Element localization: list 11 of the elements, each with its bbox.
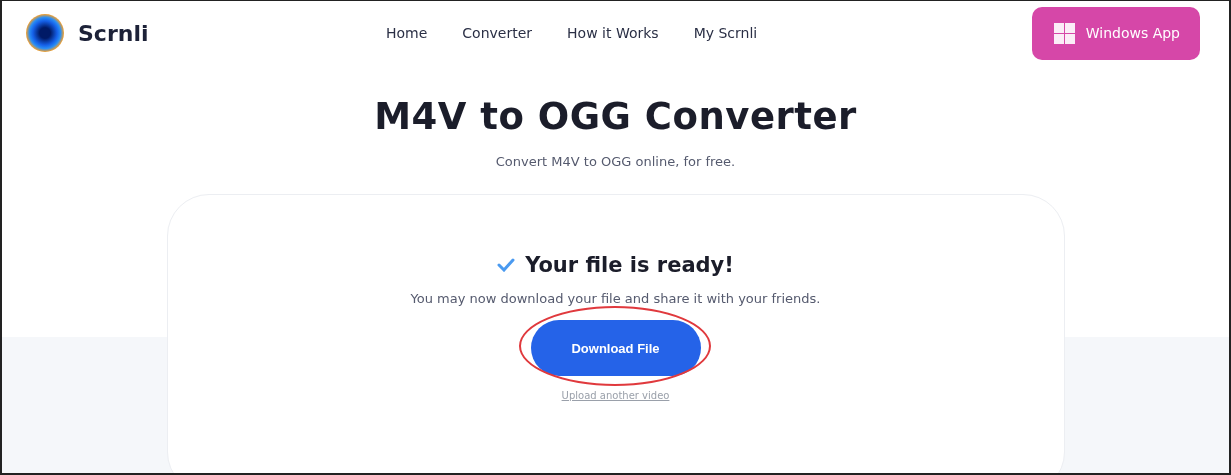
nav-link[interactable]: My Scrnli	[693, 25, 758, 41]
nav-link[interactable]: Converter	[462, 25, 533, 41]
windows-app-button[interactable]: Windows App	[1031, 6, 1200, 60]
nav-link[interactable]: How it Works	[567, 25, 659, 41]
page-title: M4V to OGG Converter	[374, 95, 857, 138]
download-button[interactable]: Download File	[530, 320, 701, 376]
page-subtitle: Convert M4V to OGG online, for free.	[495, 154, 736, 169]
ready-message: You may now download your file and share it with your friends.	[410, 291, 821, 306]
nav-link[interactable]: Home	[386, 25, 428, 41]
brand-name: Scrnli	[78, 20, 149, 46]
ready-title: Your file is ready!	[525, 253, 734, 277]
